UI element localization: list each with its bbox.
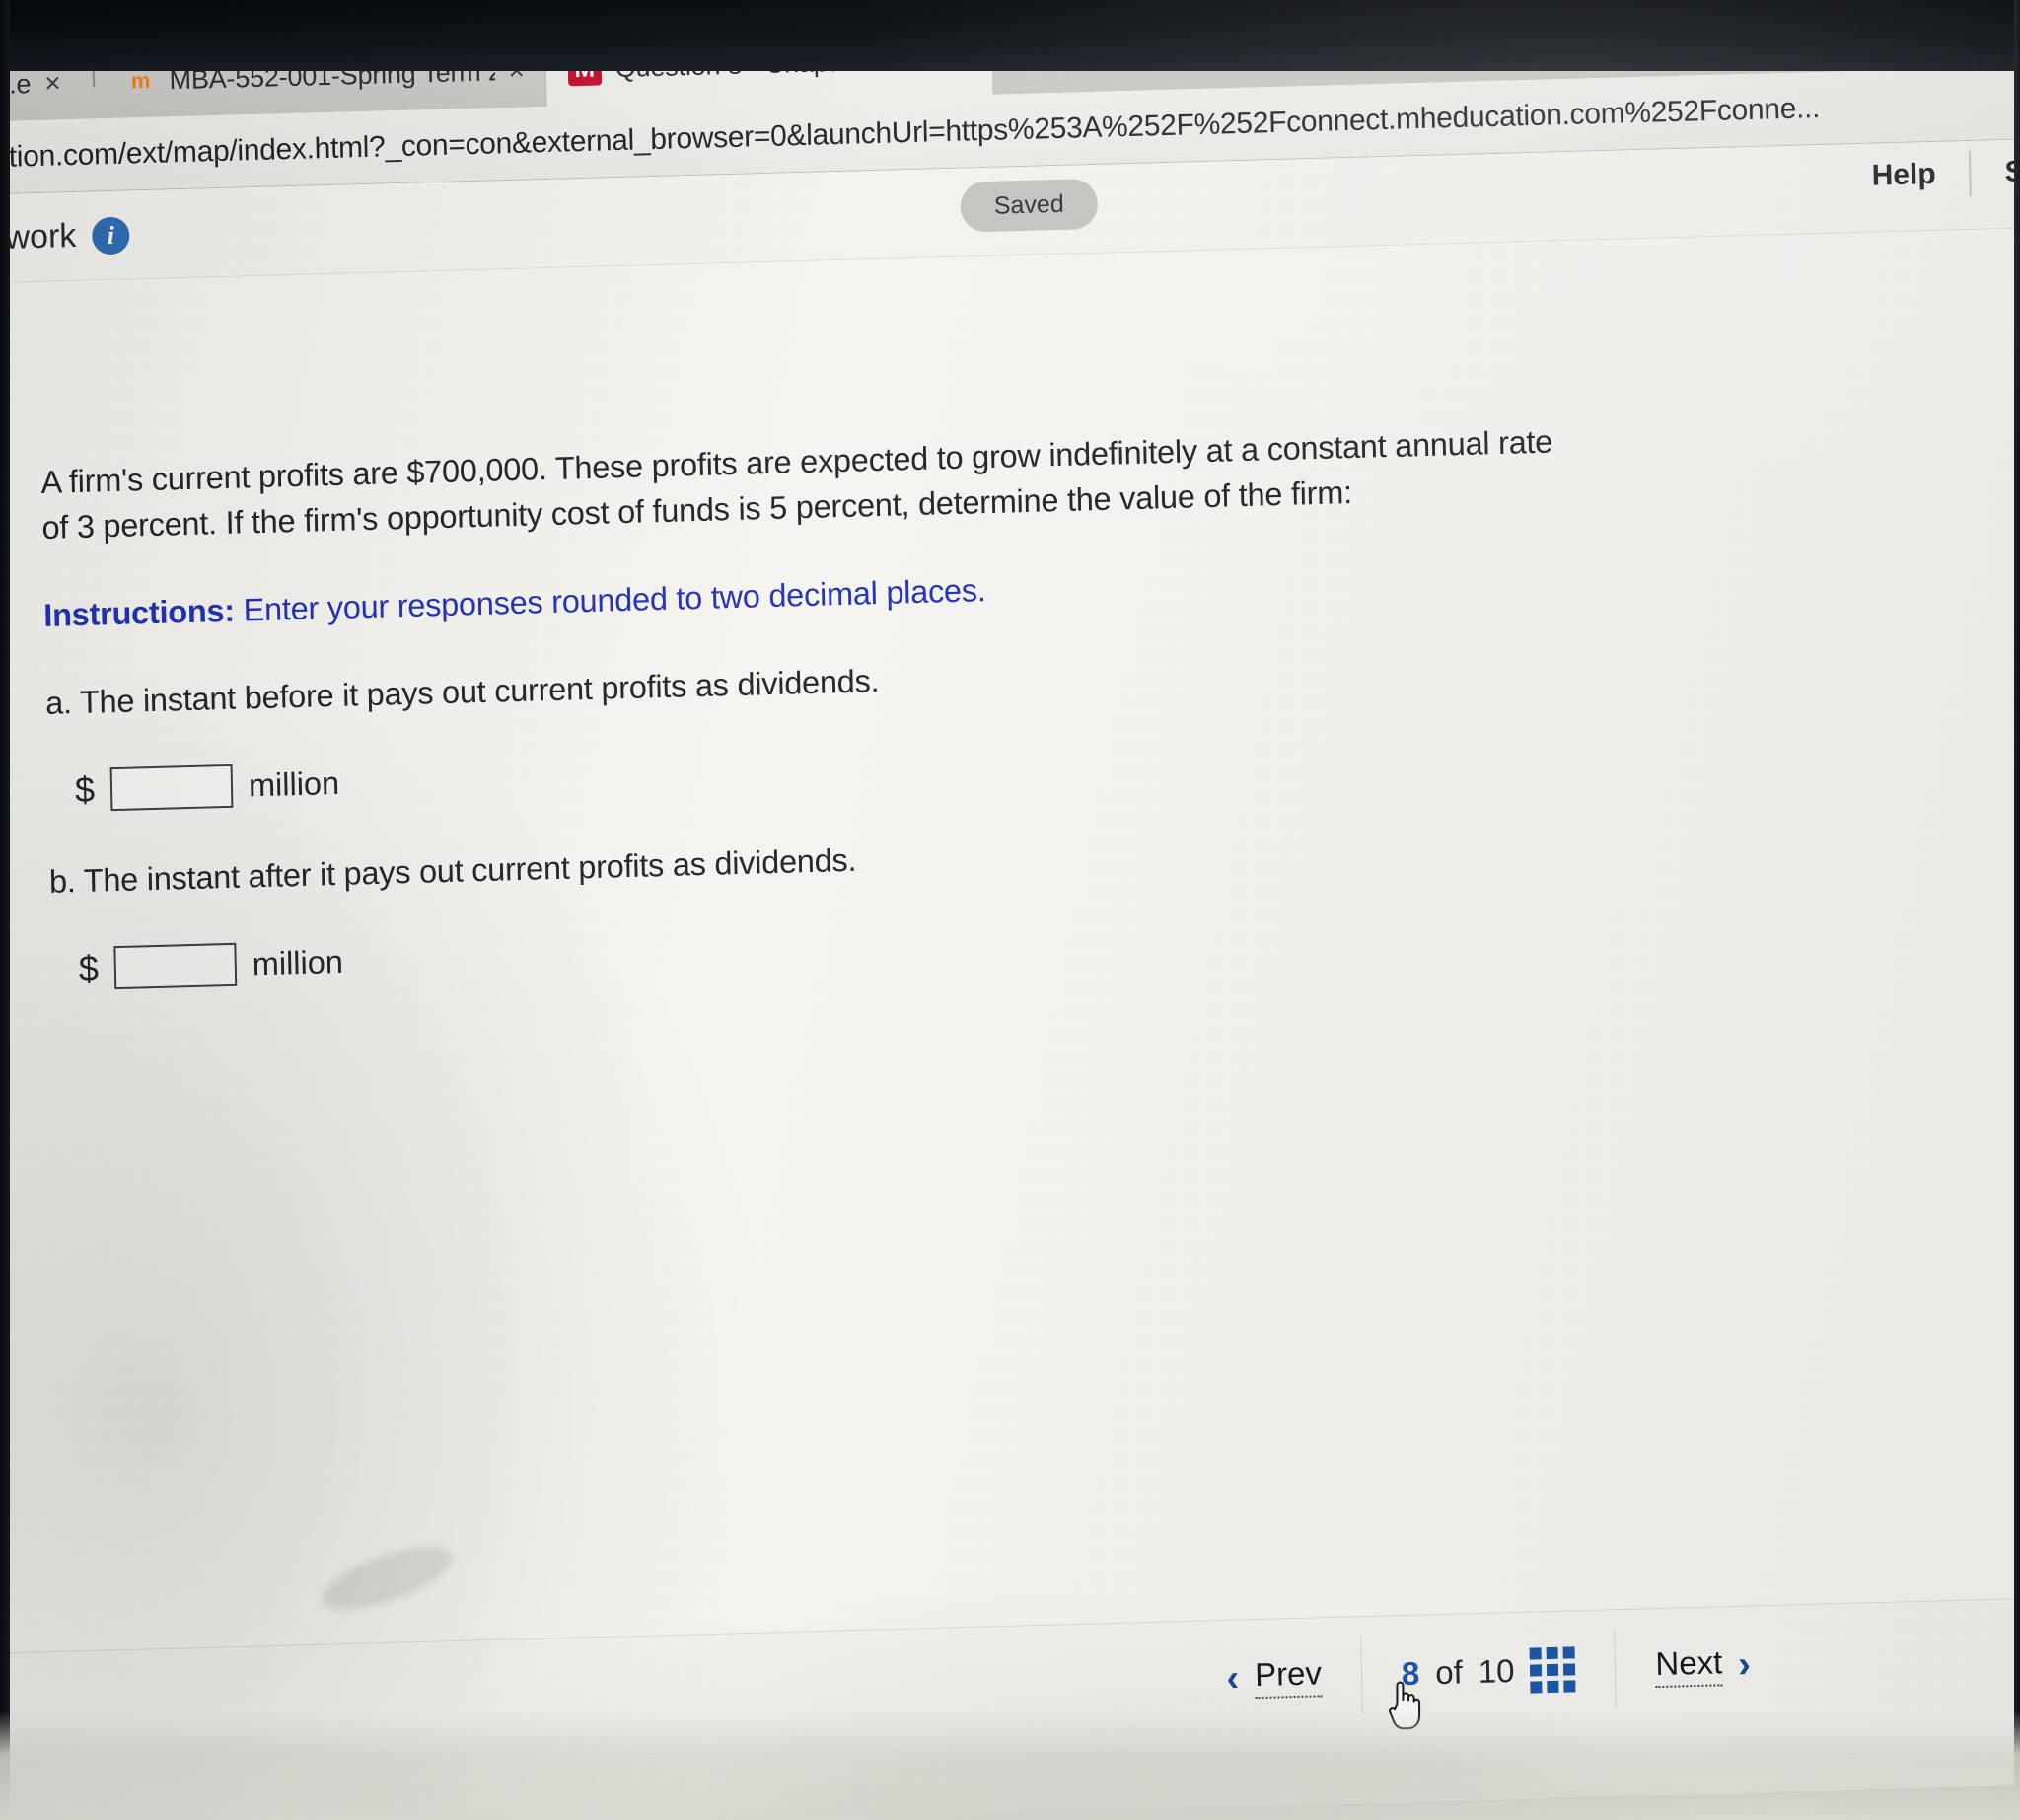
chevron-right-icon: › [1737, 1643, 1752, 1686]
part-b-answer-input[interactable] [113, 943, 238, 990]
part-b-unit-label: million [252, 943, 344, 983]
part-a-label: a. The instant before it pays out curren… [44, 663, 880, 722]
instructions-label: Instructions: [42, 592, 236, 634]
grid-icon[interactable] [1530, 1645, 1576, 1694]
next-button[interactable]: Next › [1616, 1625, 1791, 1707]
part-a-currency-symbol: $ [74, 768, 96, 811]
part-a-answer-row: $ million [47, 716, 2018, 813]
page-connector: of [1434, 1652, 1464, 1691]
part-a-unit-label: million [248, 764, 340, 804]
chevron-left-icon: ‹ [1226, 1657, 1240, 1700]
page-title: mework [0, 216, 77, 258]
browser-tab-1-close-icon[interactable]: × [44, 67, 61, 98]
help-button[interactable]: Help [1838, 157, 1970, 194]
header-right-actions: Help Sa [1838, 140, 2020, 207]
part-b-currency-symbol: $ [78, 947, 100, 989]
question-body: A firm's current profits are $700,000. T… [0, 227, 2020, 1820]
photo-bottom-shadow [0, 1711, 2020, 1820]
browser-window: te.e × m MBA-552-001-Spring Term 20 × M … [0, 0, 2020, 1820]
photo-of-laptop-screen: te.e × m MBA-552-001-Spring Term 20 × M … [0, 0, 2020, 1820]
laptop-bezel-top [0, 0, 2020, 71]
paper-smudge [315, 1533, 461, 1623]
instructions-text: Enter your responses rounded to two deci… [234, 572, 986, 628]
part-b-label: b. The instant after it pays out current… [48, 842, 857, 901]
laptop-bezel-right [2014, 0, 2020, 1820]
question-instructions: Instructions: Enter your responses round… [43, 545, 2014, 634]
status-badge-saved: Saved [960, 178, 1099, 233]
next-button-label: Next [1655, 1643, 1723, 1689]
total-page-count: 10 [1478, 1651, 1515, 1690]
prev-button[interactable]: ‹ Prev [1187, 1637, 1362, 1718]
info-icon[interactable]: i [91, 215, 130, 255]
save-button[interactable]: Sa [1971, 154, 2020, 190]
question-prompt: A firm's current profits are $700,000. T… [40, 423, 1553, 546]
part-b-answer-row: $ million [50, 895, 2020, 991]
part-a-answer-input[interactable] [109, 764, 234, 812]
prev-button-label: Prev [1254, 1654, 1323, 1700]
laptop-bezel-left [0, 0, 10, 1820]
